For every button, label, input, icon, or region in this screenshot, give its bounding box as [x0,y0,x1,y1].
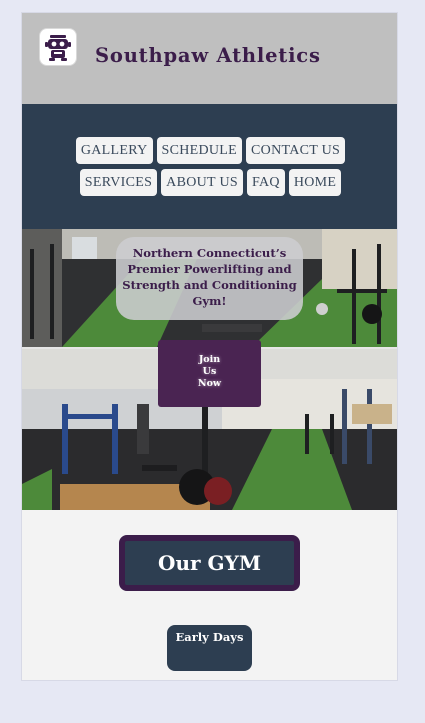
nav-about-us-button[interactable]: ABOUT US [161,169,243,196]
nav-row: SERVICES ABOUT US FAQ HOME [22,169,397,196]
join-line: Us [202,366,217,377]
brand-title[interactable]: Southpaw Athletics [95,44,321,67]
nav-services-button[interactable]: SERVICES [79,169,158,196]
join-line: Join [198,354,221,365]
early-days-button[interactable]: Early Days [167,625,252,671]
page-frame: Southpaw Athletics GALLERY SCHEDULE CONT… [21,12,398,681]
main-nav: GALLERY SCHEDULE CONTACT US SERVICES ABO… [22,104,397,229]
nav-home-button[interactable]: HOME [288,169,342,196]
join-us-now-button[interactable]: Join Us Now [158,340,261,407]
hero-tagline: Northern Connecticut’s Premier Powerlift… [122,246,297,308]
our-gym-heading: Our GYM [119,535,300,591]
nav-contact-us-button[interactable]: CONTACT US [246,137,346,164]
join-line: Now [197,378,222,389]
nav-row: GALLERY SCHEDULE CONTACT US [22,137,397,164]
site-logo[interactable] [40,29,76,65]
robot-mascot-icon [45,35,71,61]
hero-section: Northern Connecticut’s Premier Powerlift… [22,229,397,510]
site-header: Southpaw Athletics [22,13,397,104]
nav-gallery-button[interactable]: GALLERY [75,137,153,164]
nav-faq-button[interactable]: FAQ [246,169,285,196]
nav-schedule-button[interactable]: SCHEDULE [156,137,243,164]
tagline-box: Northern Connecticut’s Premier Powerlift… [116,237,303,320]
